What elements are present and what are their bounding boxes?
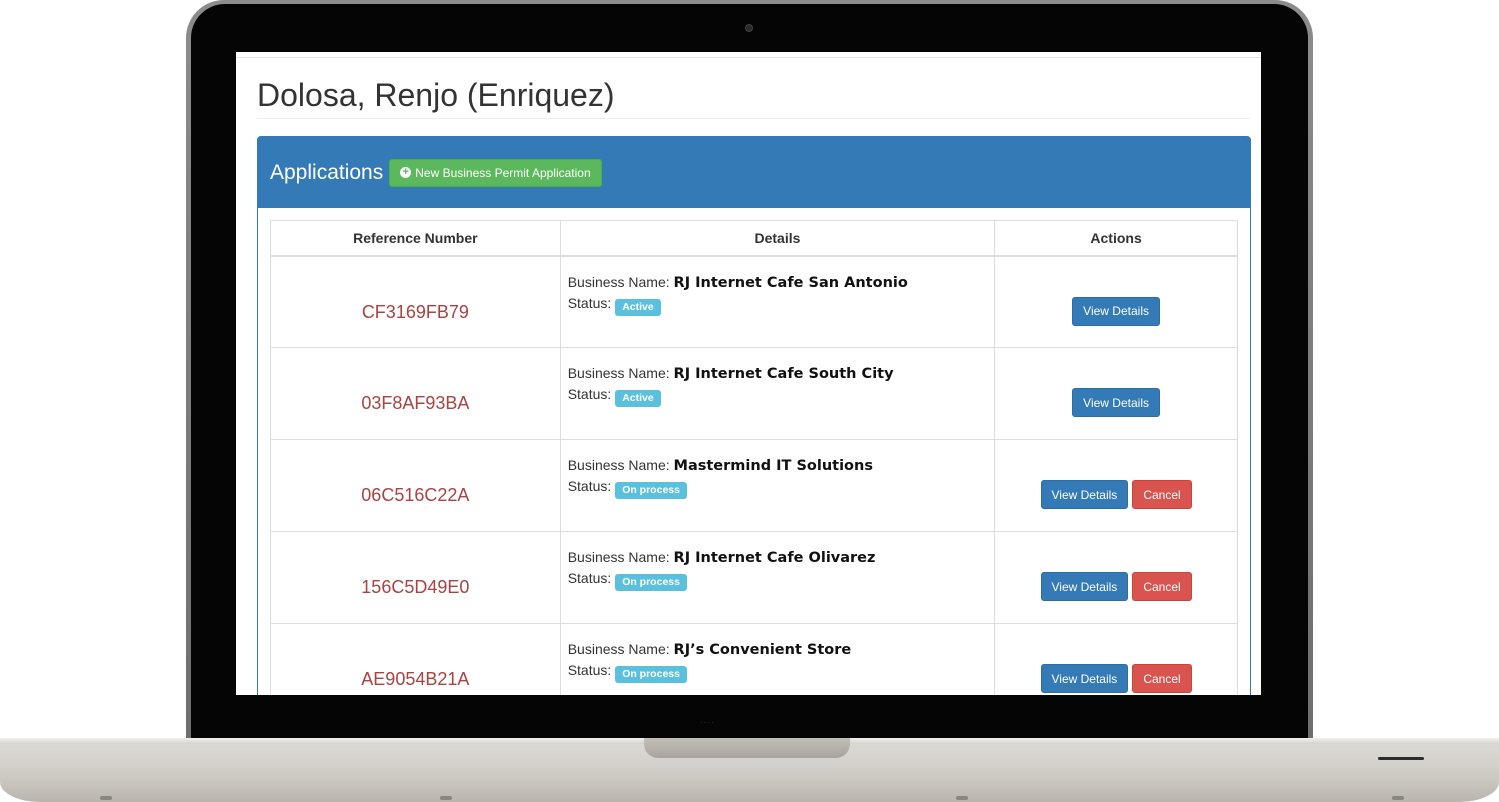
laptop-foot xyxy=(440,796,452,800)
webcam-icon xyxy=(745,24,753,32)
cancel-button[interactable]: Cancel xyxy=(1132,572,1192,601)
header-actions: Actions xyxy=(994,220,1238,257)
status-label: Status: xyxy=(567,662,612,678)
business-name-line: Business Name: RJ Internet Cafe Olivarez xyxy=(568,547,987,568)
new-button-label: New Business Permit Application xyxy=(415,165,591,180)
navbar-edge xyxy=(236,52,1261,58)
view-details-button[interactable]: View Details xyxy=(1072,388,1160,417)
reference-cell: 156C5D49E0 xyxy=(270,531,561,624)
business-name: RJ Internet Cafe South City xyxy=(673,366,894,382)
business-name-label: Business Name: xyxy=(567,457,670,473)
laptop-slot xyxy=(1378,757,1424,760)
reference-number: AE9054B21A xyxy=(361,669,470,689)
business-name: RJ’s Convenient Store xyxy=(673,642,852,658)
table-row: 06C516C22A Business Name: Mastermind IT … xyxy=(270,439,1238,532)
business-name-label: Business Name: xyxy=(567,273,670,290)
status-badge: Active xyxy=(615,390,661,407)
table-row: AE9054B21A Business Name: RJ’s Convenien… xyxy=(270,623,1238,695)
applications-table: Reference Number Details Actions CF3169F… xyxy=(270,220,1238,695)
status-label: Status: xyxy=(567,478,612,494)
actions-cell: View Details xyxy=(994,255,1238,348)
panel-heading: Applications + New Business Permit Appli… xyxy=(258,137,1250,208)
business-name-label: Business Name: xyxy=(567,365,670,381)
status-badge: Active xyxy=(615,298,661,316)
view-details-button[interactable]: View Details xyxy=(1040,572,1129,601)
business-name-line: Business Name: Mastermind IT Solutions xyxy=(568,455,987,476)
status-line: Status: Active xyxy=(568,384,987,407)
details-cell: Business Name: Mastermind IT Solutions S… xyxy=(559,439,996,532)
laptop-foot xyxy=(100,796,112,800)
status-label: Status: xyxy=(567,386,612,402)
screen: Dolosa, Renjo (Enriquez) Applications + … xyxy=(236,52,1261,695)
reference-cell: AE9054B21A xyxy=(270,623,561,695)
actions-cell: View Details xyxy=(994,347,1238,440)
header-details: Details xyxy=(559,220,996,257)
laptop-foot xyxy=(1392,796,1404,800)
status-label: Status: xyxy=(567,570,612,586)
details-cell: Business Name: RJ Internet Cafe Olivarez… xyxy=(559,531,996,624)
details-cell: Business Name: RJ’s Convenient Store Sta… xyxy=(559,623,996,695)
bezel-chin: ···· xyxy=(700,718,715,727)
business-name-line: Business Name: RJ Internet Cafe San Anto… xyxy=(568,272,987,293)
status-line: Status: On process xyxy=(568,476,987,499)
new-business-permit-application-button[interactable]: + New Business Permit Application xyxy=(389,158,602,187)
table-row: 03F8AF93BA Business Name: RJ Internet Ca… xyxy=(270,347,1238,440)
business-name: RJ Internet Cafe San Antonio xyxy=(673,274,908,291)
actions-cell: View Details Cancel xyxy=(994,623,1238,695)
status-line: Status: Active xyxy=(568,293,987,316)
plus-circle-icon: + xyxy=(400,167,412,178)
panel-title: Applications xyxy=(270,160,384,184)
actions-cell: View Details Cancel xyxy=(994,439,1238,532)
business-name: RJ Internet Cafe Olivarez xyxy=(673,550,876,566)
reference-number: 03F8AF93BA xyxy=(361,393,470,413)
business-name-label: Business Name: xyxy=(567,641,670,657)
status-line: Status: On process xyxy=(568,660,987,683)
reference-cell: 03F8AF93BA xyxy=(270,347,561,440)
table-header-row: Reference Number Details Actions xyxy=(270,220,1238,257)
cancel-button[interactable]: Cancel xyxy=(1132,480,1192,509)
status-badge: On process xyxy=(615,574,687,591)
status-badge: On process xyxy=(615,482,687,499)
status-line: Status: On process xyxy=(568,568,987,591)
business-name-label: Business Name: xyxy=(567,549,670,565)
details-cell: Business Name: RJ Internet Cafe San Anto… xyxy=(559,255,996,348)
laptop-foot xyxy=(956,796,968,800)
header-reference-number: Reference Number xyxy=(270,220,561,257)
view-details-button[interactable]: View Details xyxy=(1040,480,1129,509)
view-details-button[interactable]: View Details xyxy=(1040,664,1129,693)
reference-cell: 06C516C22A xyxy=(270,439,561,532)
table-row: 156C5D49E0 Business Name: RJ Internet Ca… xyxy=(270,531,1238,624)
business-name-line: Business Name: RJ’s Convenient Store xyxy=(568,639,987,660)
business-name-line: Business Name: RJ Internet Cafe South Ci… xyxy=(568,363,987,384)
reference-number: CF3169FB79 xyxy=(361,301,469,322)
details-cell: Business Name: RJ Internet Cafe South Ci… xyxy=(559,347,996,440)
reference-number: 06C516C22A xyxy=(361,485,470,505)
laptop-notch xyxy=(644,738,850,758)
applications-panel: Applications + New Business Permit Appli… xyxy=(257,136,1251,695)
business-name: Mastermind IT Solutions xyxy=(673,458,873,474)
cancel-button[interactable]: Cancel xyxy=(1132,664,1192,693)
status-label: Status: xyxy=(567,294,612,311)
page-header: Dolosa, Renjo (Enriquez) xyxy=(257,76,1250,119)
view-details-button[interactable]: View Details xyxy=(1072,296,1160,326)
reference-cell: CF3169FB79 xyxy=(270,255,561,348)
table-row: CF3169FB79 Business Name: RJ Internet Ca… xyxy=(270,255,1238,348)
page-title: Dolosa, Renjo (Enriquez) xyxy=(257,77,615,113)
status-badge: On process xyxy=(615,666,687,683)
reference-number: 156C5D49E0 xyxy=(361,577,470,597)
actions-cell: View Details Cancel xyxy=(994,531,1238,624)
